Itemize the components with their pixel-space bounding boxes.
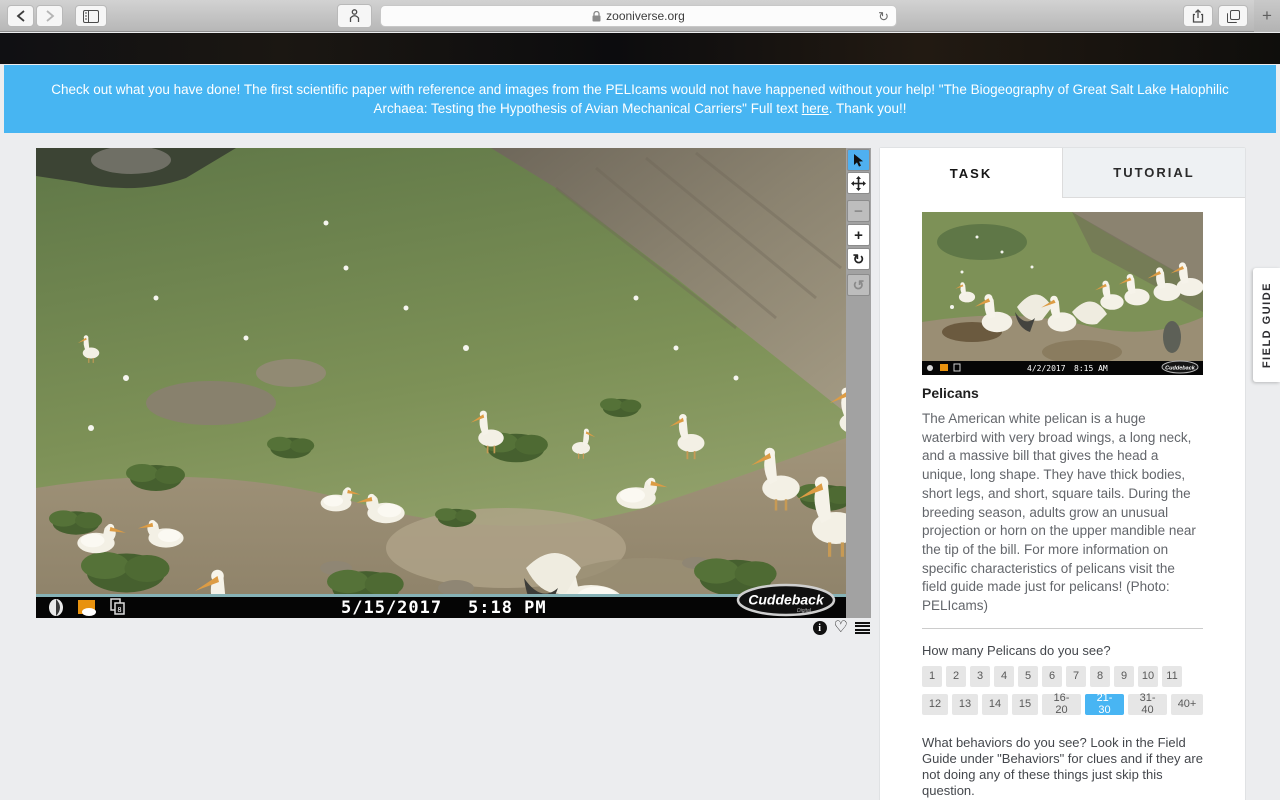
count-button-11[interactable]: 11 (1162, 665, 1182, 687)
reset-tool-button[interactable]: ↺ (847, 274, 870, 296)
count-button-10[interactable]: 10 (1138, 665, 1158, 687)
image-toolbar: − + ↻ ↺ (846, 148, 871, 618)
forward-icon (45, 10, 54, 22)
count-answers-row2: 12 13 14 15 16-20 21-30 31-40 40+ (922, 692, 1203, 716)
announcement-banner: Check out what you have done! The first … (4, 65, 1276, 133)
count-button-31-40[interactable]: 31-40 (1128, 692, 1168, 716)
move-icon (851, 175, 866, 191)
tab-task[interactable]: TASK (880, 148, 1062, 198)
stamp-weather-icon (78, 600, 96, 616)
pan-tool-button[interactable] (847, 172, 870, 194)
count-button-16-20[interactable]: 16-20 (1042, 692, 1082, 716)
select-tool-button[interactable] (847, 149, 870, 171)
browser-toolbar: zooniverse.org ↻ + (0, 0, 1280, 32)
count-button-4[interactable]: 4 (994, 665, 1014, 687)
count-button-13[interactable]: 13 (952, 693, 978, 715)
task-panel: TASK TUTORIAL 4/2/2017 8:15 AM Cuddeback… (880, 148, 1245, 800)
task-tabs: TASK TUTORIAL (880, 148, 1245, 198)
collections-list-icon[interactable] (855, 622, 870, 634)
count-button-40plus[interactable]: 40+ (1171, 693, 1203, 715)
favorite-heart-icon[interactable]: ♡ (834, 620, 848, 636)
forward-button[interactable] (36, 5, 63, 27)
stamp-time: 5:18 PM (468, 598, 547, 618)
show-tabs-button[interactable] (1218, 5, 1248, 27)
stamp-date: 5/15/2017 (341, 598, 442, 618)
count-button-15[interactable]: 15 (1012, 693, 1038, 715)
plus-icon: + (1262, 6, 1272, 25)
svg-text:Digital: Digital (797, 608, 812, 614)
lock-icon (592, 10, 601, 22)
count-button-3[interactable]: 3 (970, 665, 990, 687)
reset-icon: ↺ (852, 276, 865, 293)
sidebar-button[interactable] (75, 5, 107, 27)
thumb-brand: Cuddeback (1165, 366, 1196, 372)
subject-meta-bar: i ♡ (810, 619, 870, 637)
metadata-info-icon[interactable]: i (812, 621, 827, 635)
field-guide-tab[interactable]: FIELD GUIDE (1253, 268, 1280, 382)
full-text-link[interactable]: here (802, 101, 829, 116)
cuddeback-logo: Cuddeback Digital (736, 583, 836, 617)
announcement-text: Check out what you have done! The first … (51, 80, 1228, 118)
camera-trap-photo: 8 5/15/2017 5:18 PM Cuddeback Digital (36, 146, 1152, 711)
rotate-icon: ↻ (852, 250, 865, 267)
question-behaviors: What behaviors do you see? Look in the F… (922, 734, 1203, 798)
announcement-line2-end: . Thank you!! (828, 101, 907, 116)
field-guide-label: FIELD GUIDE (1260, 281, 1273, 369)
count-button-1[interactable]: 1 (922, 665, 942, 687)
address-bar[interactable]: zooniverse.org ↻ (380, 5, 897, 27)
count-button-5[interactable]: 5 (1018, 665, 1038, 687)
back-button[interactable] (7, 5, 34, 27)
stamp-moon-icon (49, 599, 63, 616)
tabs-icon (1226, 9, 1240, 23)
announcement-line2: Archaea: Testing the Hypothesis of Avian… (373, 101, 802, 116)
divider (922, 627, 1203, 629)
count-button-12[interactable]: 12 (922, 693, 948, 715)
thumb-date: 4/2/2017 (1027, 364, 1066, 373)
site-favicon-button[interactable] (337, 4, 372, 28)
share-icon (1192, 9, 1204, 23)
count-button-9[interactable]: 9 (1114, 665, 1134, 687)
field-guide-thumbnail[interactable]: 4/2/2017 8:15 AM Cuddeback (922, 212, 1203, 375)
sidebar-icon (83, 9, 99, 23)
count-button-8[interactable]: 8 (1090, 665, 1110, 687)
plus-icon: + (854, 226, 863, 244)
back-icon (16, 10, 25, 22)
share-button[interactable] (1183, 5, 1213, 27)
zooniverse-logo-icon (349, 9, 360, 22)
new-tab-button[interactable]: + (1254, 0, 1280, 32)
minus-icon: − (854, 202, 863, 220)
question-count: How many Pelicans do you see? (922, 642, 1111, 658)
announcement-line1: Check out what you have done! The first … (51, 82, 1229, 97)
count-button-21-30[interactable]: 21-30 (1085, 692, 1125, 716)
refresh-icon[interactable]: ↻ (878, 9, 889, 25)
url-text: zooniverse.org (606, 9, 685, 23)
count-button-14[interactable]: 14 (982, 693, 1008, 715)
zoom-in-button[interactable]: + (847, 224, 870, 246)
cursor-icon (854, 153, 863, 167)
guide-description: The American white pelican is a huge wat… (922, 411, 1196, 614)
rotate-tool-button[interactable]: ↻ (847, 248, 870, 270)
count-button-6[interactable]: 6 (1042, 665, 1062, 687)
subject-image[interactable]: 8 5/15/2017 5:18 PM Cuddeback Digital (36, 146, 1152, 711)
count-answers-row1: 1 2 3 4 5 6 7 8 9 10 11 (922, 665, 1203, 687)
zoom-out-button[interactable]: − (847, 200, 870, 222)
thumb-time: 8:15 AM (1074, 364, 1108, 373)
count-button-7[interactable]: 7 (1066, 665, 1086, 687)
site-header-band (0, 33, 1280, 64)
count-button-2[interactable]: 2 (946, 665, 966, 687)
svg-text:8: 8 (117, 606, 121, 614)
svg-text:Cuddeback: Cuddeback (748, 592, 825, 608)
guide-title: Pelicans (922, 385, 979, 401)
tab-tutorial[interactable]: TUTORIAL (1062, 148, 1245, 198)
